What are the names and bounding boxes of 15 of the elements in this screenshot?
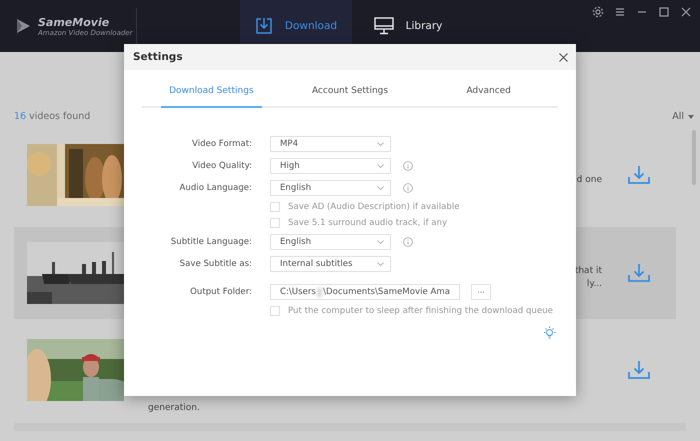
video-count: 16 videos found [14,111,90,122]
app-name: SameMovie [38,16,110,28]
checkbox-label: Save 5.1 surround audio track, if any [288,218,448,228]
field-label: Output Folder: [189,287,253,297]
field-label: Audio Language: [178,183,253,193]
video-description: d one [576,174,602,186]
field-label: Subtitle Language: [170,237,253,247]
checkbox-label: Put the computer to sleep after finishing the download queue [288,306,553,316]
video-description: ly... [586,278,602,291]
checkbox-label: Save AD (Audio Description) if available [288,202,460,212]
field-label: Save Subtitle as: [178,259,253,269]
field-label: Video Quality: [191,161,253,171]
dialog-title: Settings [133,51,183,63]
video-description: generation. [148,402,200,415]
field-label: Video Format: [191,139,253,149]
